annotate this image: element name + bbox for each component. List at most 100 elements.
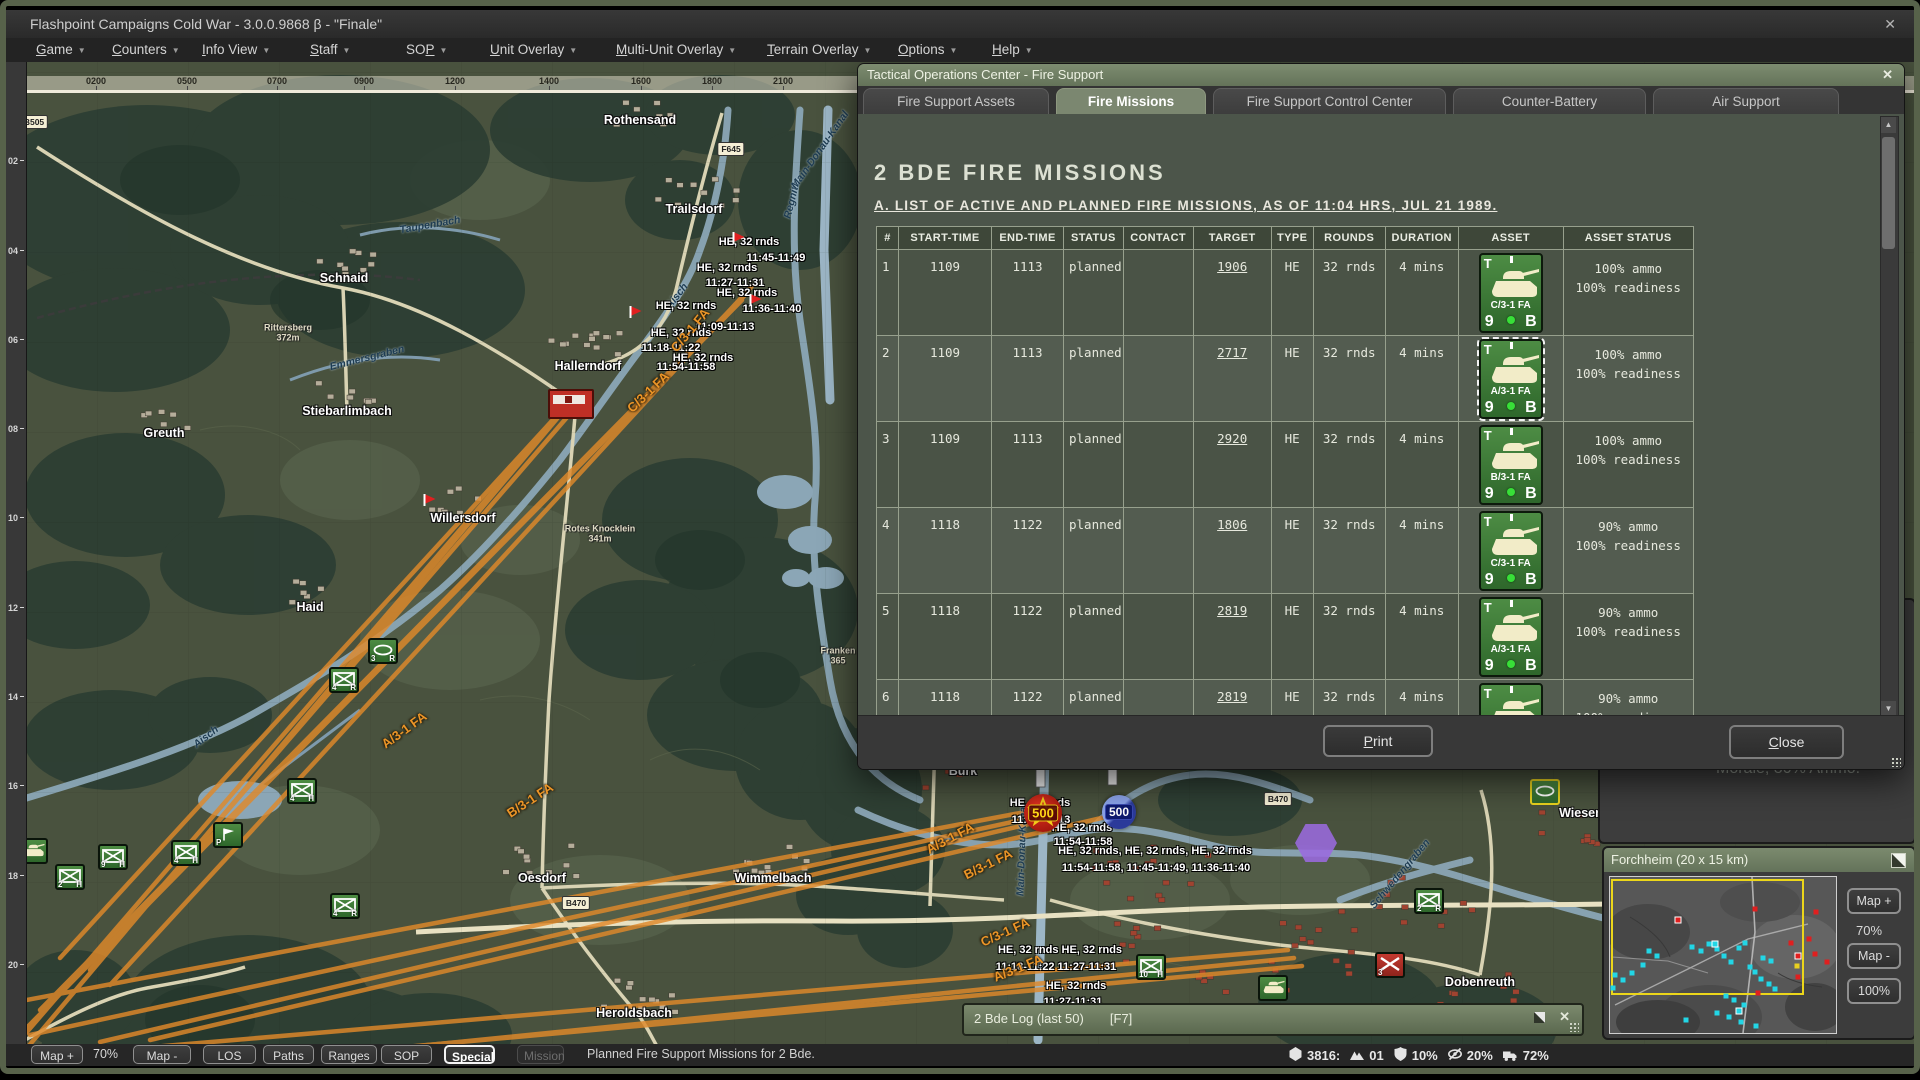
asset-counter[interactable]: TC/3-1 FA9B [1479,253,1543,333]
fire-mission-row[interactable]: 511181122planned2819HE32 rnds4 minsTA/3-… [877,594,1694,680]
column-header: DURATION [1385,227,1458,250]
ruler-top-number: 1400 [539,76,559,86]
log-resize-grip[interactable] [1569,1022,1579,1032]
cell: planned [1064,250,1124,336]
unit-dot-friendly [1724,994,1729,999]
asset-counter[interactable]: TB/3-1 FA9B [1479,683,1543,718]
minimap-titlebar[interactable]: Forchheim (20 x 15 km) [1604,848,1914,872]
menu-terrain-overlay[interactable]: Terrain Overlay▼ [767,38,871,62]
eye-off-icon [1447,1046,1463,1065]
target-link[interactable]: 2717 [1217,345,1247,360]
dialog-close-icon[interactable]: ✕ [1882,64,1893,86]
asset-counter[interactable]: TA/3-1 FA9B [1479,339,1543,419]
menu-counters[interactable]: Counters▼ [112,38,180,62]
ruler-left-number: 18 [8,871,24,881]
unit-dot-friendly [1729,960,1734,965]
cell: 32 rnds [1313,508,1385,594]
cell: 32 rnds [1313,422,1385,508]
tab-fire-support-assets[interactable]: Fire Support Assets [863,88,1049,114]
target-cell: 2920 [1193,422,1271,508]
window-close-icon[interactable]: ✕ [1884,10,1896,38]
unit-dot-friendly [1684,1018,1689,1023]
menu-sop[interactable]: SOP▼ [406,38,447,62]
asset-cell: TC/3-1 FA9B [1458,250,1563,336]
unit-dot-friendly [1739,1020,1744,1025]
cell: 5 [877,594,899,680]
ruler-left-number: 08 [8,424,24,434]
print-button[interactable]: Print [1323,725,1433,757]
log-expand-icon[interactable] [1533,1011,1546,1029]
tab-counter-battery[interactable]: Counter-Battery [1453,88,1646,114]
shield-icon [1393,1046,1408,1065]
unit-dot-friendly [1767,982,1772,987]
toolbar-sop-button[interactable]: SOP [381,1045,432,1064]
fire-mission-row[interactable]: 211091113planned2717HE32 rnds4 minsTA/3-… [877,336,1694,422]
minimap-image[interactable] [1609,876,1837,1034]
minimap-viewport[interactable] [1611,879,1804,995]
menu-help[interactable]: Help▼ [992,38,1033,62]
table-scrollbar[interactable]: ▲ ▼ [1880,116,1899,718]
fire-mission-row[interactable]: 311091113planned2920HE32 rnds4 minsTB/3-… [877,422,1694,508]
ruler-left-number: 06 [8,335,24,345]
unit-dot-friendly [1727,1015,1732,1020]
minimap-zoom-in-button[interactable]: Map + [1847,888,1901,914]
target-link[interactable]: 1906 [1217,259,1247,274]
minimap-zoom-out-button[interactable]: Map - [1847,943,1901,969]
menu-info-view[interactable]: Info View▼ [202,38,270,62]
ruler-top-number: 2100 [773,76,793,86]
menu-unit-overlay[interactable]: Unit Overlay▼ [490,38,577,62]
minimap-reset-zoom-button[interactable]: 100% [1847,978,1901,1004]
toolbar-map--button[interactable]: Map - [133,1045,191,1064]
tab-fire-missions[interactable]: Fire Missions [1056,88,1206,114]
cell: 4 mins [1385,594,1458,680]
close-button[interactable]: Close [1729,725,1844,759]
asset-status-cell: 90% ammo100% readiness [1563,680,1693,719]
scroll-thumb[interactable] [1882,137,1895,249]
cell: 1113 [992,422,1064,508]
scroll-up-icon[interactable]: ▲ [1881,117,1896,133]
dialog-resize-grip[interactable] [1891,757,1901,767]
column-header: START-TIME [899,227,992,250]
cell: 1122 [992,594,1064,680]
fire-mission-row[interactable]: 411181122planned1806HE32 rnds4 minsTC/3-… [877,508,1694,594]
truck-icon [1502,1047,1519,1065]
menu-game[interactable]: Game▼ [36,38,86,62]
dialog-titlebar[interactable]: Tactical Operations Center - Fire Suppor… [858,64,1904,86]
toolbar-ranges-button[interactable]: Ranges [321,1045,377,1064]
asset-cell: TB/3-1 FA9B [1458,680,1563,719]
fire-mission-row[interactable]: 111091113planned1906HE32 rnds4 minsTC/3-… [877,250,1694,336]
cell: planned [1064,508,1124,594]
toolbar-los-button[interactable]: LOS [203,1045,256,1064]
asset-status-cell: 100% ammo100% readiness [1563,250,1693,336]
tab-air-support[interactable]: Air Support [1653,88,1839,114]
target-link[interactable]: 1806 [1217,517,1247,532]
tab-fire-support-control-center[interactable]: Fire Support Control Center [1213,88,1446,114]
asset-counter[interactable]: TB/3-1 FA9B [1479,425,1543,505]
target-cell: 2819 [1193,594,1271,680]
indicator-truck: 72% [1502,1047,1549,1065]
minimap-expand-icon[interactable] [1891,852,1906,876]
menu-staff[interactable]: Staff▼ [310,38,350,62]
dialog-tabs: Fire Support Assets Fire Missions Fire Sup… [858,86,1904,114]
menu-options[interactable]: Options▼ [898,38,957,62]
cell: planned [1064,336,1124,422]
target-link[interactable]: 2920 [1217,431,1247,446]
unit-dot-friendly [1699,949,1704,954]
log-bar[interactable]: 2 Bde Log (last 50)[F7] ✕ [962,1003,1584,1036]
minimap-title: Forchheim (20 x 15 km) [1611,852,1748,867]
unit-dot-enemy [1753,907,1758,912]
target-link[interactable]: 2819 [1217,689,1247,704]
unit-dot-friendly [1732,998,1737,1003]
unit-dot-friendly-selected [1736,1008,1743,1015]
cell [1123,680,1193,719]
asset-status-cell: 100% ammo100% readiness [1563,336,1693,422]
fire-mission-row[interactable]: 611181122planned2819HE32 rnds4 minsTB/3-… [877,680,1694,719]
toolbar-special-button[interactable]: Special [444,1045,495,1064]
target-link[interactable]: 2819 [1217,603,1247,618]
toolbar-paths-button[interactable]: Paths [263,1045,314,1064]
menu-multi-unit-overlay[interactable]: Multi-Unit Overlay▼ [616,38,736,62]
asset-counter[interactable]: TC/3-1 FA9B [1479,511,1543,591]
toolbar-map--button[interactable]: Map + [31,1045,83,1064]
asset-counter[interactable]: TA/3-1 FA9B [1479,597,1543,677]
cell: 4 mins [1385,250,1458,336]
